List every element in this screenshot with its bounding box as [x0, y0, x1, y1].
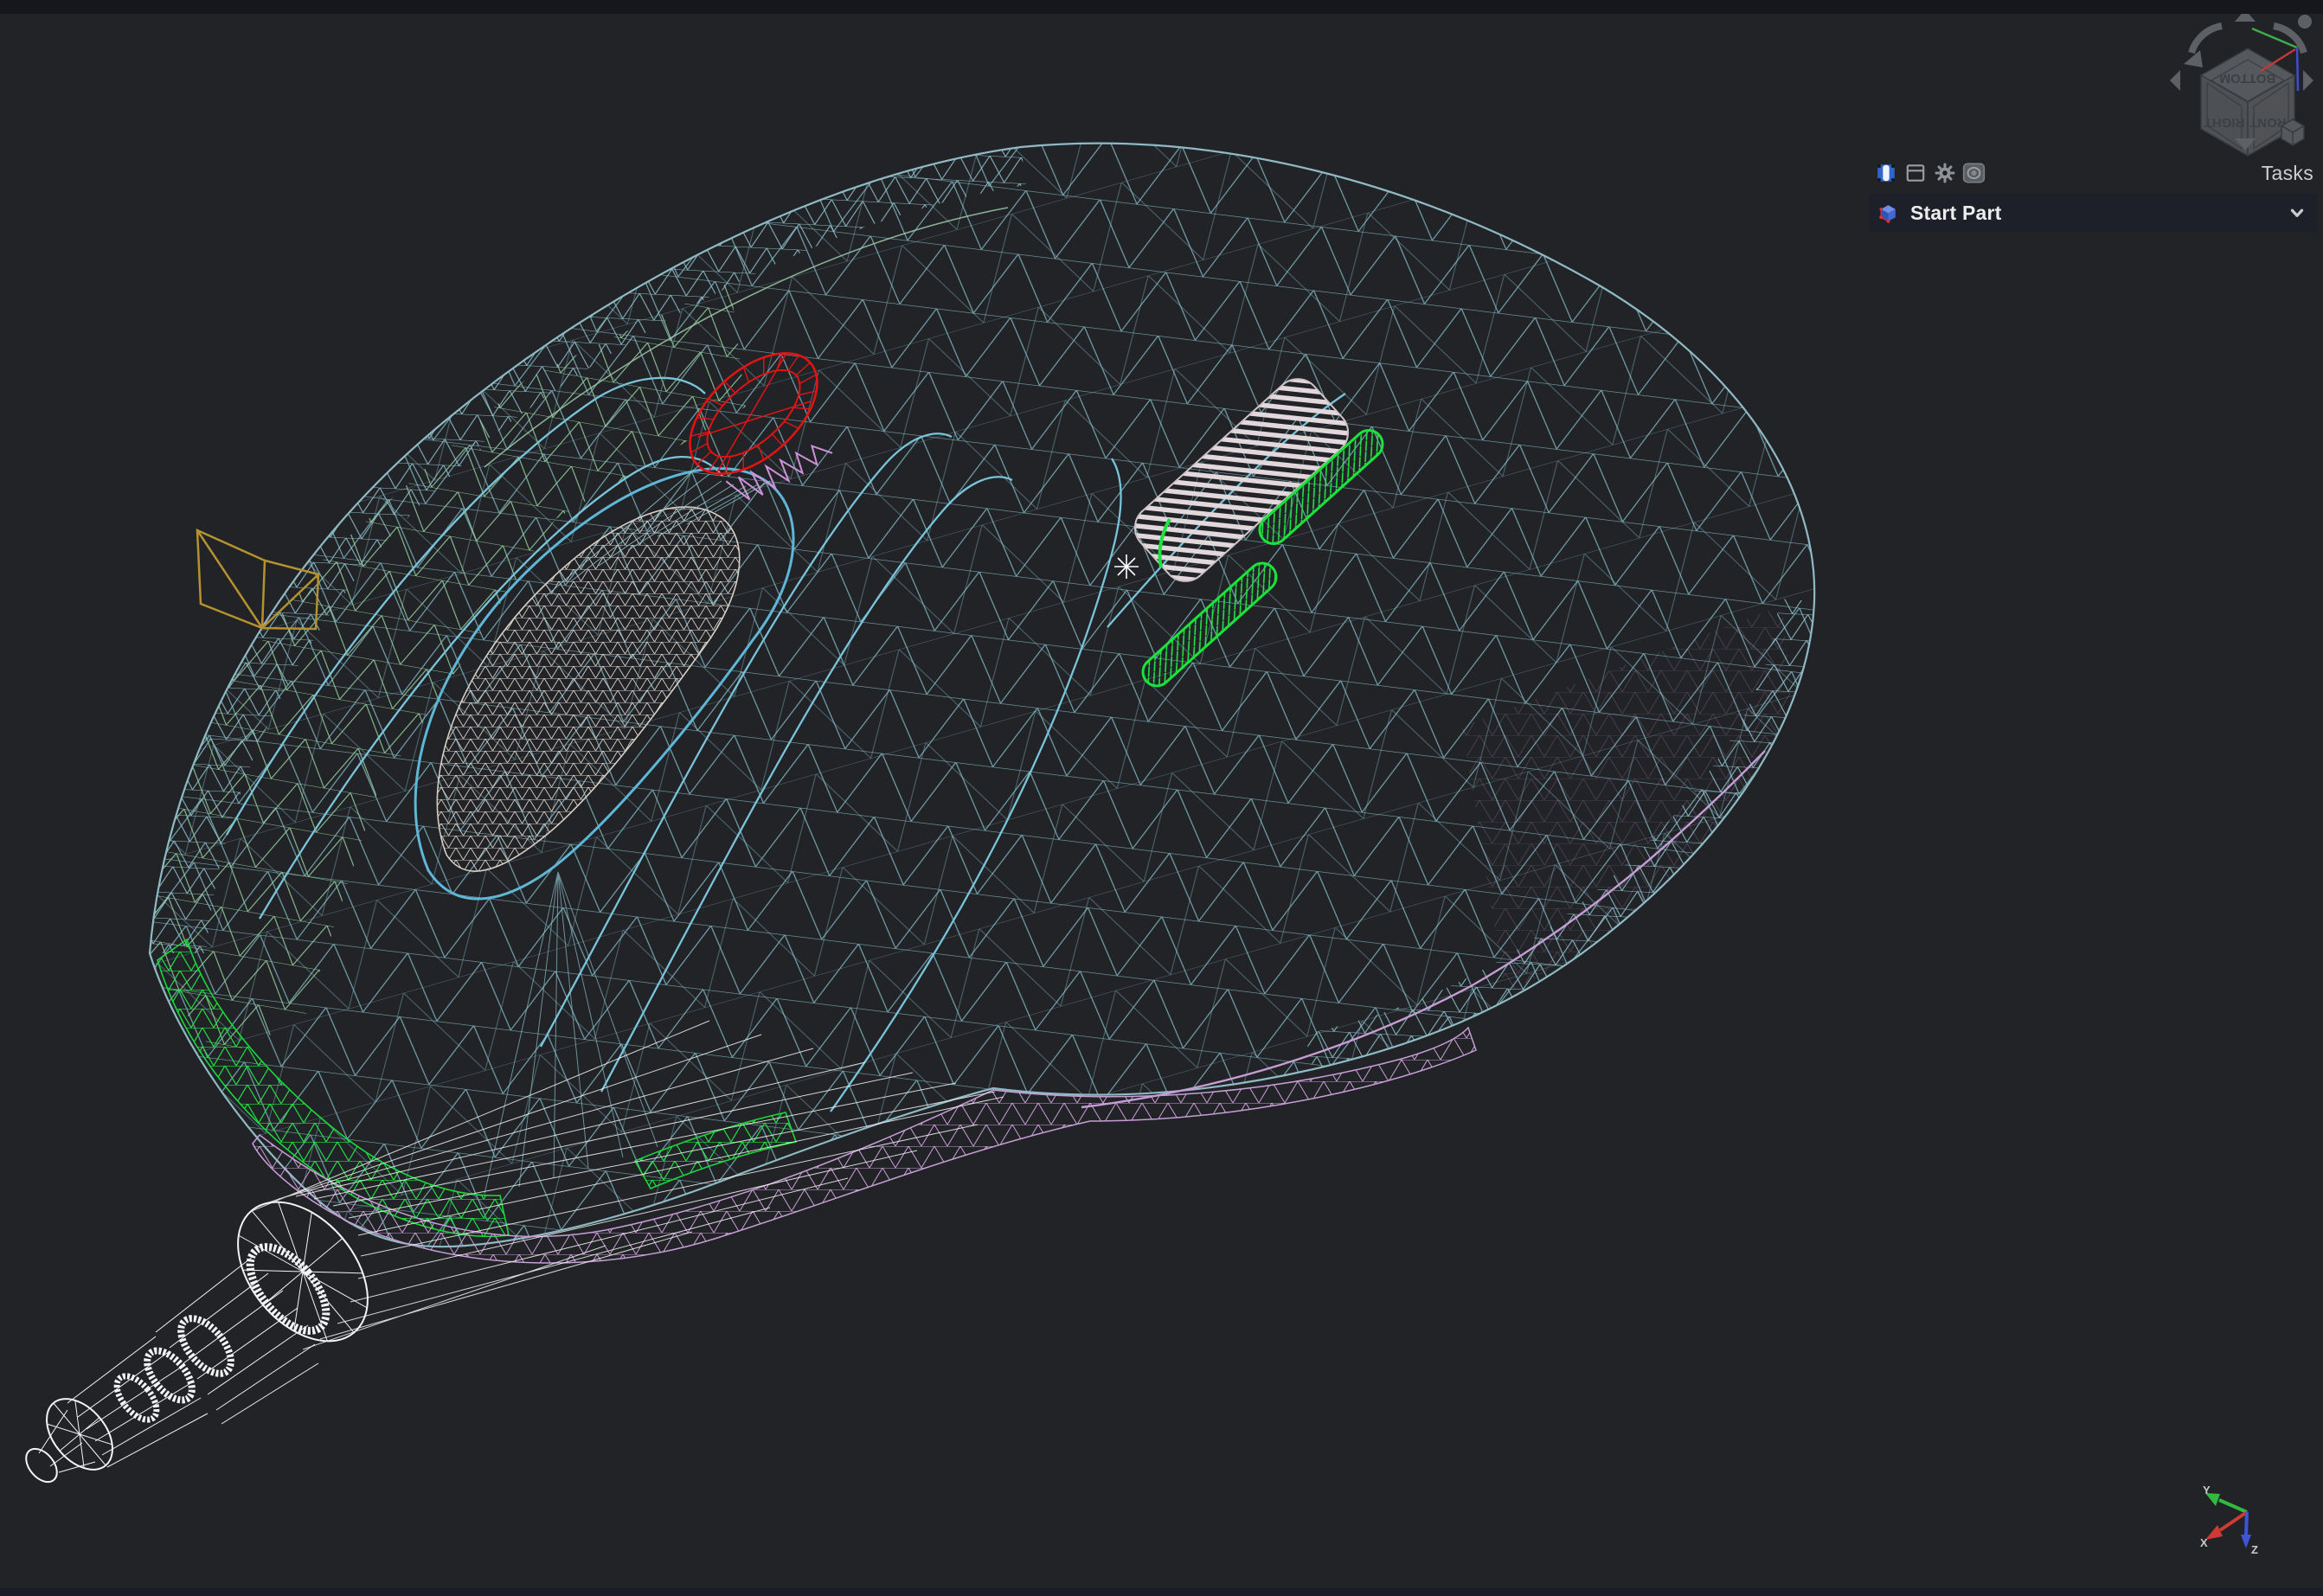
- vertex-star: [1114, 554, 1139, 579]
- navcube-label-top: BOTTOM: [2220, 71, 2276, 86]
- outliner-item-label: Start Part: [1910, 202, 2002, 225]
- rotate-ccw-arrow[interactable]: [2191, 26, 2222, 53]
- isometric-cube-button[interactable]: [2281, 119, 2304, 145]
- turn-right-arrow[interactable]: [2303, 70, 2313, 91]
- mouse-mesh[interactable]: [20, 104, 1860, 1488]
- navigation-cube[interactable]: BOTTOM RIGHT FRONT: [2170, 10, 2313, 156]
- part-cube-icon: [1877, 202, 1899, 224]
- viewport-canvas[interactable]: BOTTOM RIGHT FRONT: [0, 0, 2323, 1596]
- bodies-filter-icon[interactable]: [1874, 162, 1897, 185]
- app-window: BOTTOM RIGHT FRONT: [0, 0, 2323, 1596]
- z-axis-label: Z: [2251, 1543, 2258, 1556]
- turn-left-arrow[interactable]: [2170, 70, 2180, 91]
- navcube-label-left: RIGHT: [2204, 115, 2245, 130]
- tasks-panel-label: Tasks: [2262, 162, 2313, 185]
- axis-triad: Y X Z: [2200, 1484, 2258, 1556]
- panel-toolbar: Tasks: [1869, 158, 2317, 188]
- visibility-eye-icon[interactable]: [1962, 162, 1986, 185]
- x-axis-arrow: [2220, 1512, 2247, 1530]
- home-sphere-button[interactable]: [2298, 15, 2312, 29]
- settings-gear-icon[interactable]: [1933, 162, 1956, 185]
- z-axis-arrow: [2246, 1512, 2247, 1536]
- sheets-filter-icon[interactable]: [1903, 162, 1927, 185]
- bottom-bar: [0, 1588, 2323, 1596]
- y-axis-label: Y: [2203, 1484, 2211, 1497]
- x-axis-label: X: [2200, 1536, 2208, 1549]
- outliner-item-start-part[interactable]: Start Part: [1869, 194, 2317, 232]
- top-bar: [0, 0, 2323, 14]
- chevron-down-icon[interactable]: [2288, 203, 2307, 222]
- y-axis-arrow: [2219, 1500, 2247, 1512]
- right-panel: Tasks Start Part: [1869, 158, 2317, 232]
